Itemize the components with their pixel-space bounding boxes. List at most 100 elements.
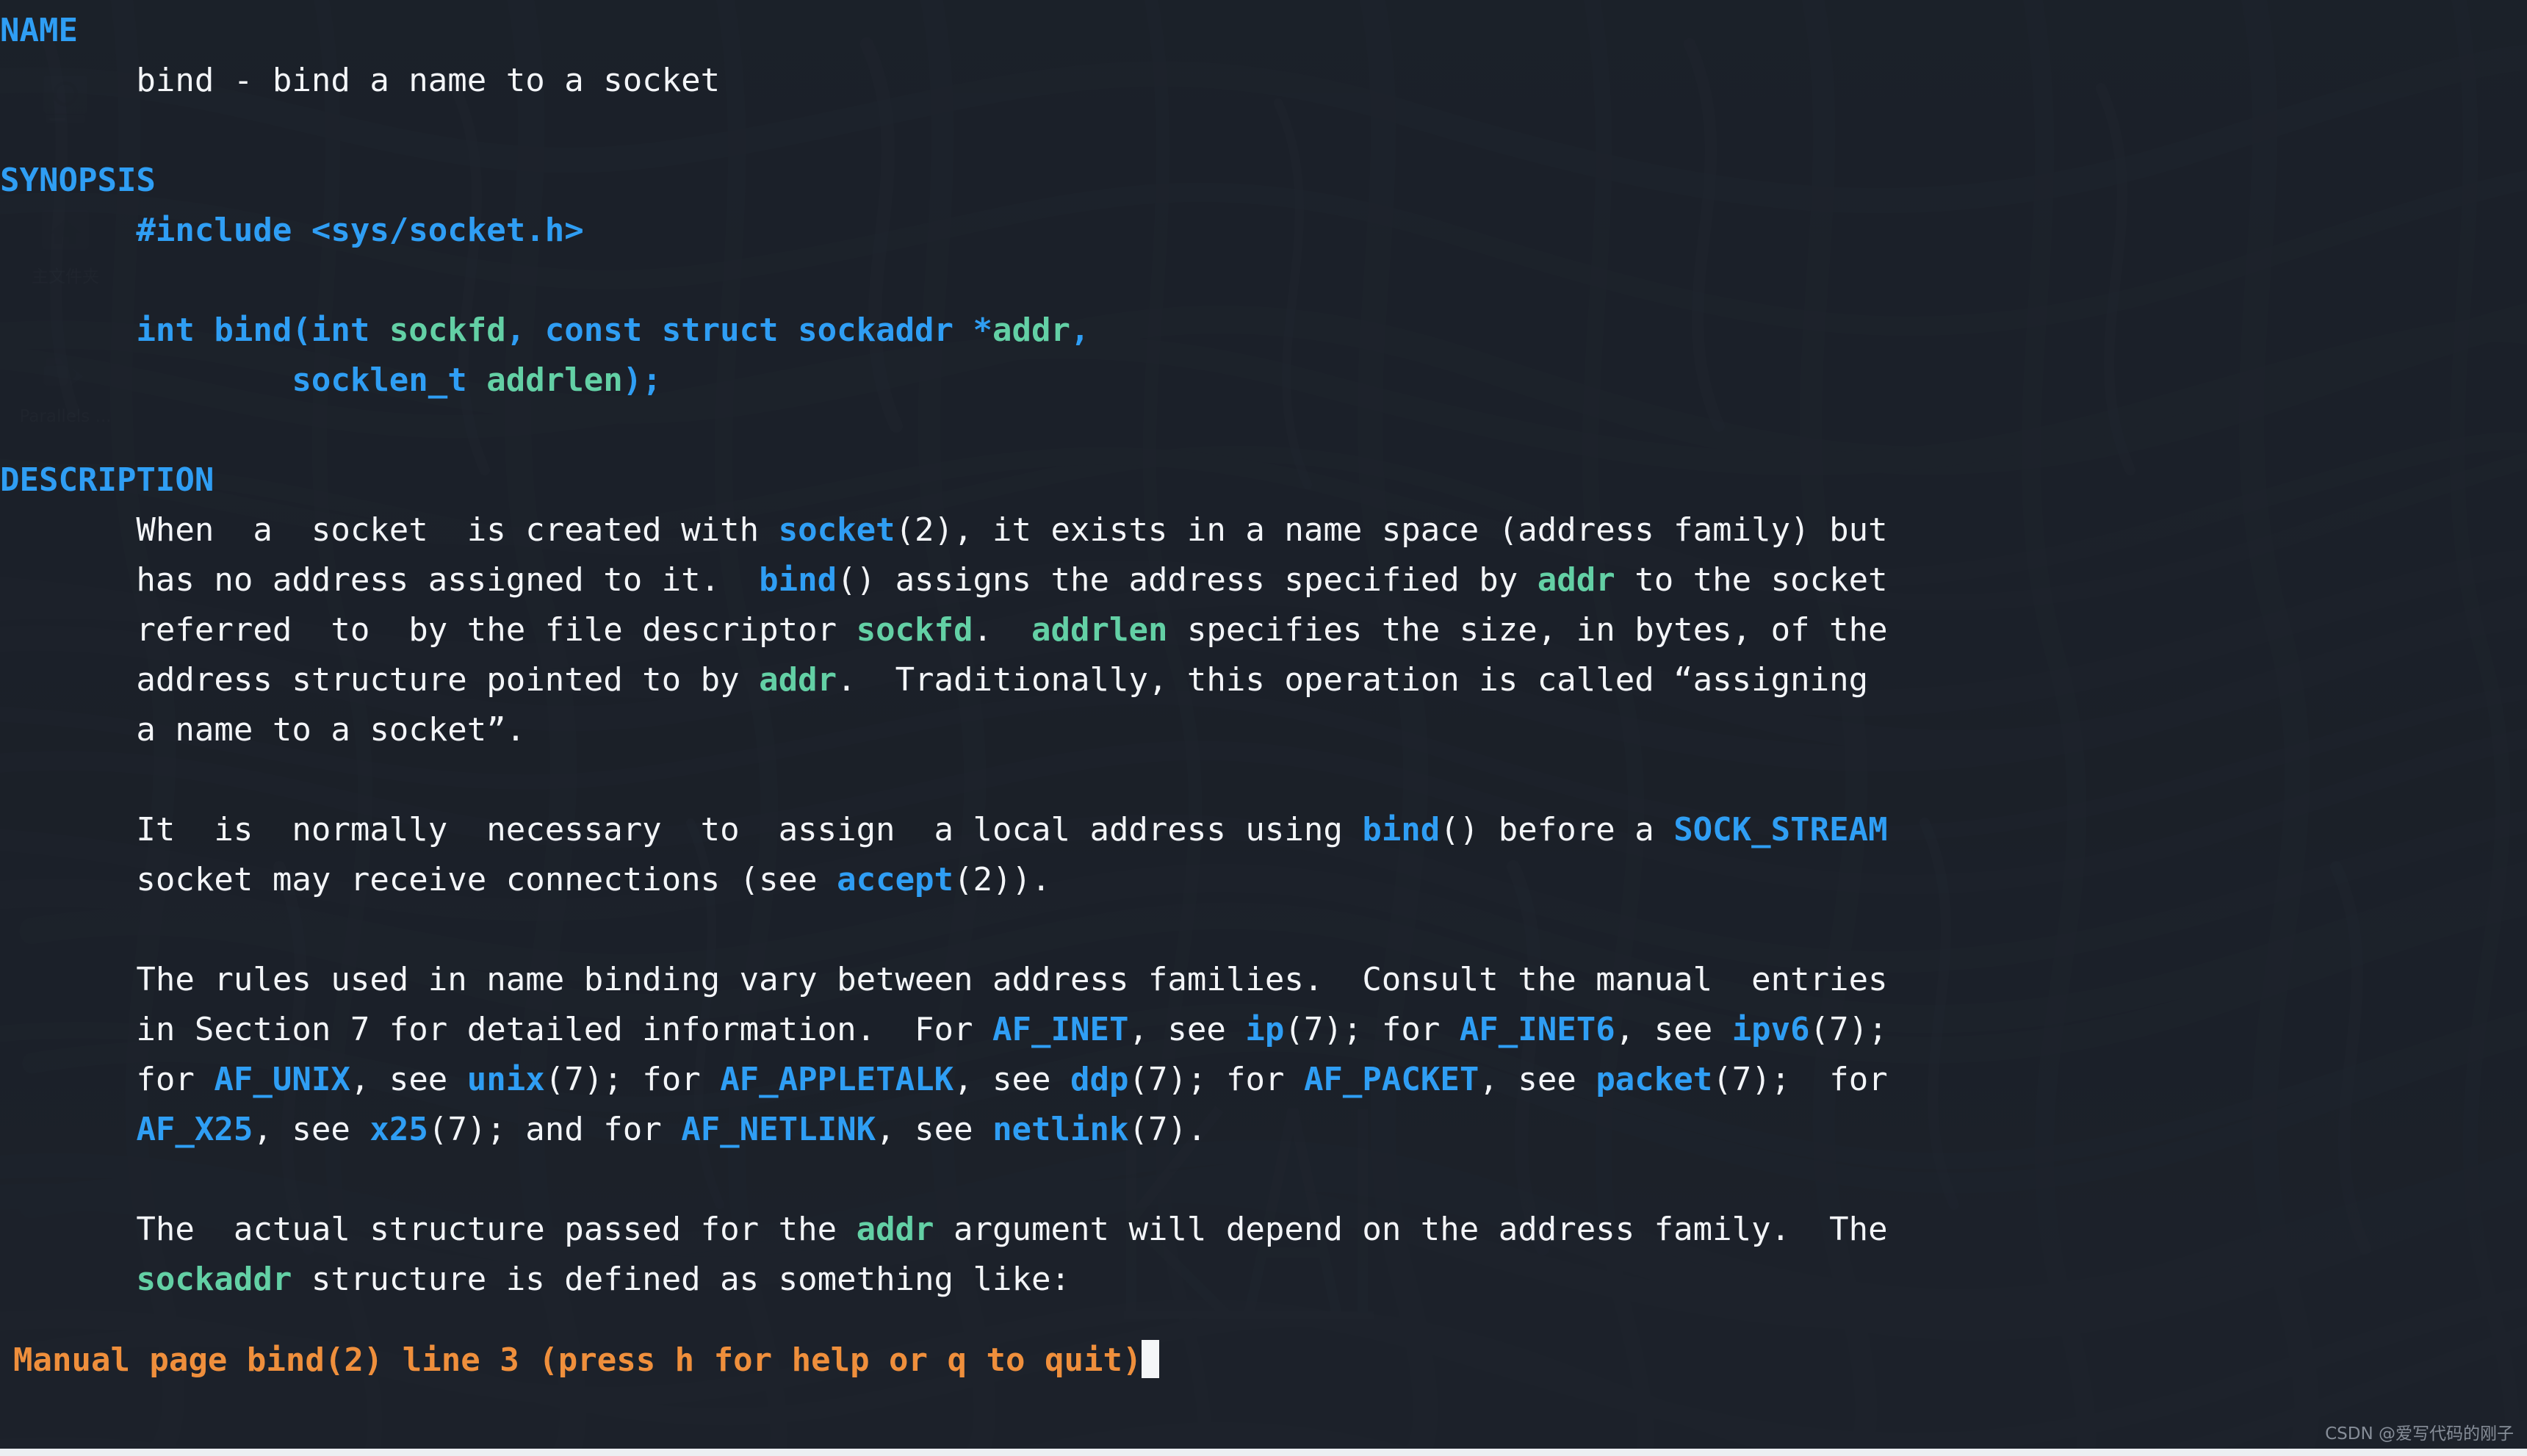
man-text-run-plain: [0, 311, 136, 349]
man-section-heading-text: NAME: [0, 12, 78, 49]
man-text-run-kw: socklen_t: [292, 361, 487, 399]
man-text-run-plain: , see: [954, 1061, 1071, 1098]
man-text-run-plain: (2)).: [954, 861, 1051, 898]
man-text-line: sockaddr structure is defined as somethi…: [0, 1255, 2527, 1305]
man-text-run-kw: ddp: [1070, 1061, 1129, 1098]
man-text-run-kw: );: [622, 361, 662, 399]
man-text-run-kw: AF_INET6: [1459, 1011, 1615, 1048]
man-section-heading: SYNOPSIS: [0, 156, 2527, 206]
man-text-line: AF_X25, see x25(7); and for AF_NETLINK, …: [0, 1105, 2527, 1155]
man-text-run-kw: ip: [1245, 1011, 1285, 1048]
man-text-run-plain: a name to a socket”.: [0, 711, 526, 749]
man-text-run-plain: . Traditionally, this operation is calle…: [837, 661, 1869, 699]
man-text-run-kw: bind: [759, 561, 837, 599]
man-text-run-kw: AF_APPLETALK: [720, 1061, 954, 1098]
man-text-run-kw: packet: [1596, 1061, 1713, 1098]
text-cursor: [1142, 1340, 1160, 1378]
man-text-run-kw: AF_UNIX: [214, 1061, 350, 1098]
man-text-run-kw: socket: [778, 511, 895, 549]
man-text-run-plain: structure is defined as something like:: [292, 1261, 1070, 1298]
man-text-run-plain: (7); for: [544, 1061, 721, 1098]
man-text-run-param: addr: [856, 1211, 934, 1248]
man-text-run-kw: x25: [370, 1111, 428, 1148]
man-text-line: socklen_t addrlen);: [0, 356, 2527, 406]
man-text-run-plain: [0, 361, 292, 399]
man-blank-line: [0, 755, 2527, 805]
man-text-run-kw: bind: [1362, 811, 1441, 848]
man-text-run-plain: [0, 1111, 136, 1148]
man-text-line: in Section 7 for detailed information. F…: [0, 1005, 2527, 1055]
man-text-run-plain: The actual structure passed for the: [0, 1211, 857, 1248]
man-text-run-plain: has no address assigned to it.: [0, 561, 760, 599]
man-text-line: referred to by the file descriptor sockf…: [0, 605, 2527, 655]
man-text-run-param: addrlen: [486, 361, 623, 399]
man-text-line: for AF_UNIX, see unix(7); for AF_APPLETA…: [0, 1055, 2527, 1105]
man-text-run-plain: () before a: [1440, 811, 1674, 848]
man-text-run-plain: referred to by the file descriptor: [0, 611, 857, 649]
pager-status-line[interactable]: Manual page bind(2) line 3 (press h for …: [0, 1336, 1160, 1385]
man-text-run-kw: unix: [466, 1061, 545, 1098]
man-blank-line: [0, 905, 2527, 955]
man-text-run-kw: AF_PACKET: [1303, 1061, 1479, 1098]
man-text-run-param: addr: [1537, 561, 1615, 599]
man-text-run-plain: address structure pointed to by: [0, 661, 760, 699]
man-text-run-param: addrlen: [1031, 611, 1168, 649]
man-text-run-plain: (2), it exists in a name space (address …: [895, 511, 1888, 549]
man-text-run-plain: (7); for: [1128, 1061, 1304, 1098]
man-text-run-plain: When a socket is created with: [0, 511, 779, 549]
man-blank-line: [0, 106, 2527, 156]
man-text-run-kw: AF_INET: [992, 1011, 1129, 1048]
man-text-run-plain: , see: [876, 1111, 993, 1148]
man-text-line: #include <sys/socket.h>: [0, 206, 2527, 256]
man-text-line: int bind(int sockfd, const struct sockad…: [0, 306, 2527, 356]
man-text-run-plain: (7); for: [1712, 1061, 1888, 1098]
man-text-run-kw: ipv6: [1731, 1011, 1810, 1048]
man-text-run-plain: argument will depend on the address fami…: [934, 1211, 1888, 1248]
man-text-run-kw: SOCK_STREAM: [1673, 811, 1888, 848]
man-text-run-plain: (7); for: [1284, 1011, 1460, 1048]
man-text-run-kw: AF_X25: [136, 1111, 253, 1148]
man-text-run-plain: to the socket: [1615, 561, 1888, 599]
csdn-watermark: CSDN @爱写代码的刚子: [2325, 1424, 2514, 1444]
man-text-run-plain: It is normally necessary to assign a loc…: [0, 811, 1363, 848]
man-text-run-kw: ,: [1070, 311, 1090, 349]
man-text-run-kw: , const struct sockaddr *: [505, 311, 993, 349]
man-blank-line: [0, 406, 2527, 455]
man-text-run-plain: () assigns the address specified by: [837, 561, 1538, 599]
terminal-window[interactable]: NAME bind - bind a name to a socket SYNO…: [0, 0, 2527, 1456]
man-text-run-param: sockfd: [389, 311, 506, 349]
man-text-run-kw: netlink: [992, 1111, 1129, 1148]
man-text-line: The actual structure passed for the addr…: [0, 1205, 2527, 1255]
man-text-line: The rules used in name binding vary betw…: [0, 955, 2527, 1005]
man-text-run-kw: AF_NETLINK: [681, 1111, 876, 1148]
man-pager-content: NAME bind - bind a name to a socket SYNO…: [0, 0, 2527, 1305]
man-text-run-plain: (7).: [1128, 1111, 1207, 1148]
man-section-heading: DESCRIPTION: [0, 455, 2527, 505]
man-text-line: address structure pointed to by addr. Tr…: [0, 655, 2527, 705]
man-text-run-kw: #include <sys/socket.h>: [0, 212, 584, 249]
man-text-run-plain: , see: [1479, 1061, 1596, 1098]
man-text-run-plain: (7); and for: [428, 1111, 682, 1148]
man-text-line: When a socket is created with socket(2),…: [0, 505, 2527, 555]
man-blank-line: [0, 1155, 2527, 1205]
man-text-run-plain: specifies the size, in bytes, of the: [1167, 611, 1888, 649]
man-text-run-plain: , see: [350, 1061, 467, 1098]
man-text-run-param: addr: [992, 311, 1070, 349]
man-text-run-param: sockaddr: [136, 1261, 292, 1298]
man-text-run-kw: int bind(int: [136, 311, 389, 349]
man-text-line: a name to a socket”.: [0, 705, 2527, 755]
man-text-run-param: addr: [759, 661, 837, 699]
man-text-run-plain: , see: [253, 1111, 370, 1148]
man-section-heading: NAME: [0, 6, 2527, 56]
man-text-run-plain: , see: [1128, 1011, 1246, 1048]
man-blank-line: [0, 256, 2527, 306]
man-text-line: socket may receive connections (see acce…: [0, 855, 2527, 905]
man-text-run-plain: The rules used in name binding vary betw…: [0, 961, 1888, 998]
man-text-line: It is normally necessary to assign a loc…: [0, 805, 2527, 855]
man-text-run-plain: bind - bind a name to a socket: [0, 62, 721, 99]
window-bottom-edge: [0, 1449, 2527, 1456]
man-text-run-plain: [0, 1261, 136, 1298]
man-text-run-plain: .: [973, 611, 1032, 649]
man-section-heading-text: DESCRIPTION: [0, 461, 215, 499]
man-text-run-plain: in Section 7 for detailed information. F…: [0, 1011, 993, 1048]
